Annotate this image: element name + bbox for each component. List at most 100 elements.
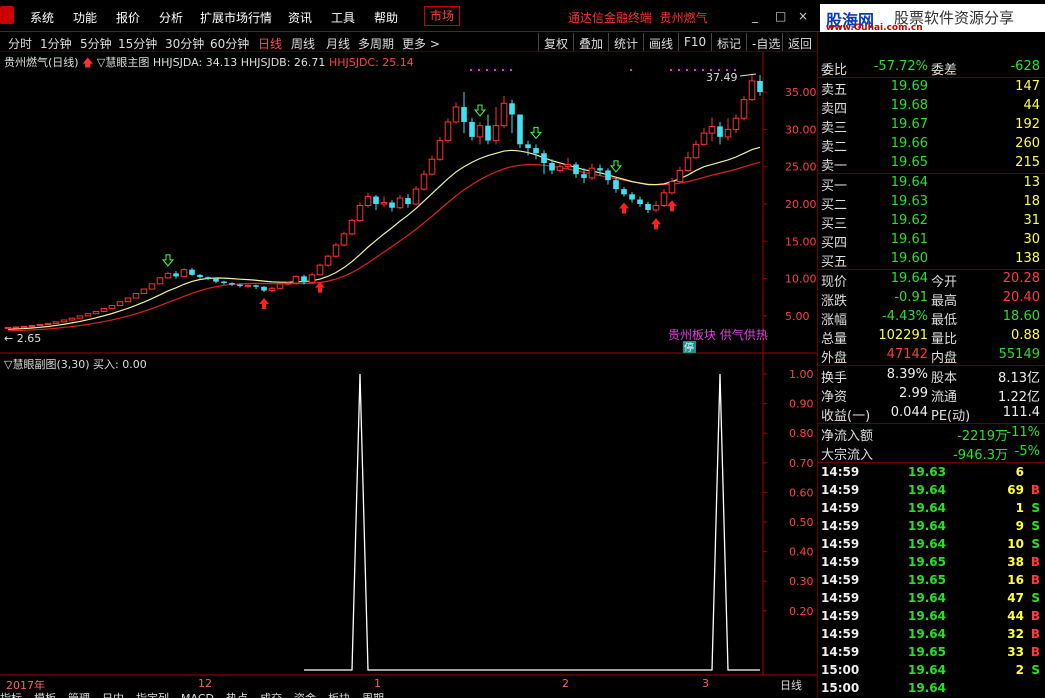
sell-level-label: 卖一	[821, 159, 848, 174]
stat-label: 外盘	[821, 351, 848, 366]
sell-price[interactable]: 19.69	[891, 79, 928, 94]
stat-label: 股本	[931, 371, 958, 386]
bottom-tab-1[interactable]: 模板	[34, 692, 56, 698]
price-tick-label: 5.00	[785, 310, 810, 323]
sell-price[interactable]: 19.65	[891, 155, 928, 170]
tick-row[interactable]: 15:00 19.64	[818, 679, 1045, 697]
period-10[interactable]: 更多 >	[402, 35, 440, 52]
menu-help[interactable]: 帮助	[374, 9, 398, 26]
period-4[interactable]: 30分钟	[165, 35, 204, 52]
tick-row[interactable]: 14:59 19.64 32 B	[818, 625, 1045, 643]
bottom-tab-4[interactable]: 指定列	[136, 692, 169, 698]
period-7[interactable]: 周线	[291, 35, 315, 52]
toolbar-button-3[interactable]: 画线	[643, 33, 678, 51]
candle-body-up	[652, 204, 660, 211]
menu-ext-market[interactable]: 扩展市场行情	[200, 9, 272, 26]
period-9[interactable]: 多周期	[358, 35, 394, 52]
toolbar-button-7[interactable]: 返回	[782, 33, 817, 51]
candle-body-up	[740, 99, 748, 119]
bottom-tab-9[interactable]: 板块	[328, 692, 350, 698]
minimize-button[interactable]: _	[752, 9, 758, 23]
buy-price[interactable]: 19.62	[891, 213, 928, 228]
toolbar-button-1[interactable]: 叠加	[573, 33, 608, 51]
menu-analysis[interactable]: 分析	[159, 9, 183, 26]
tick-row[interactable]: 14:59 19.65 33 B	[818, 643, 1045, 661]
tick-time: 14:59	[821, 645, 860, 659]
sell-level-label: 卖五	[821, 83, 848, 98]
candle-body-down	[509, 103, 515, 115]
menu-function[interactable]: 功能	[73, 9, 97, 26]
maximize-button[interactable]: □	[775, 9, 786, 23]
period-0[interactable]: 分时	[8, 35, 32, 52]
tick-row[interactable]: 14:59 19.64 44 B	[818, 607, 1045, 625]
tick-row[interactable]: 14:59 19.65 38 B	[818, 553, 1045, 571]
tick-price: 19.64	[908, 681, 946, 695]
buy-price[interactable]: 19.63	[891, 194, 928, 209]
tick-side: S	[1031, 663, 1040, 677]
app-logo-icon[interactable]	[0, 6, 14, 24]
buy-price[interactable]: 19.61	[891, 232, 928, 247]
market-button[interactable]: 市场	[424, 6, 460, 26]
candle-body-up	[132, 293, 140, 299]
candle-body-down	[549, 162, 555, 171]
sub-indicator-chart[interactable]: 1.00 0.90 0.80 0.70 0.60 0.50 0.40 0.30 0.20	[0, 354, 817, 676]
buy-price[interactable]: 19.64	[891, 175, 928, 190]
main-indicator-name[interactable]: ▽慧眼主图	[97, 56, 149, 69]
toolbar-button-2[interactable]: 统计	[608, 33, 643, 51]
sell-volume: 192	[1015, 117, 1040, 132]
stat-value: 0.044	[890, 405, 928, 420]
tick-row[interactable]: 14:59 19.64 47 S	[818, 589, 1045, 607]
tick-row[interactable]: 14:59 19.64 1 S	[818, 499, 1045, 517]
sub-tick-label: 1.00	[789, 368, 814, 381]
limit-badge-text: 停	[684, 341, 694, 354]
candle-body-down	[757, 80, 763, 93]
period-8[interactable]: 月线	[326, 35, 350, 52]
toolbar-button-5[interactable]: 标记	[711, 33, 746, 51]
toolbar-button-6[interactable]: -自选	[746, 33, 785, 51]
period-2[interactable]: 5分钟	[80, 35, 112, 52]
period-1[interactable]: 1分钟	[40, 35, 72, 52]
period-5[interactable]: 60分钟	[210, 35, 249, 52]
tick-row[interactable]: 14:59 19.64 9 S	[818, 517, 1045, 535]
toolbar-button-0[interactable]: 复权	[538, 33, 573, 51]
toolbar-button-4[interactable]: F10	[678, 33, 711, 51]
tick-row[interactable]: 14:59 19.64 10 S	[818, 535, 1045, 553]
menu-news[interactable]: 资讯	[288, 9, 312, 26]
bottom-tab-7[interactable]: 成交	[260, 692, 282, 698]
candle-body-down	[517, 114, 523, 145]
menu-quote[interactable]: 报价	[116, 9, 140, 26]
sell-price[interactable]: 19.66	[891, 136, 928, 151]
candle-body-up	[52, 321, 60, 324]
candle-body-up	[380, 202, 388, 205]
quote-panel: 委比 -57.72% 委差 -628 卖五 19.69 147 卖四 19.68 44 卖三 19.6…	[817, 32, 1045, 698]
bottom-tab-2[interactable]: 管理	[68, 692, 90, 698]
candle-body-down	[541, 153, 547, 163]
bottom-tab-6[interactable]: 热点	[226, 692, 248, 698]
price-tick-label: 35.00	[785, 86, 817, 99]
bottom-tab-8[interactable]: 资金	[294, 692, 316, 698]
sell-price[interactable]: 19.67	[891, 117, 928, 132]
menu-tools[interactable]: 工具	[331, 9, 355, 26]
signal-dot	[510, 69, 512, 71]
bottom-tab-10[interactable]: 周期	[362, 692, 384, 698]
candle-body-up	[284, 282, 292, 285]
sell-price[interactable]: 19.68	[891, 98, 928, 113]
candle-body-down	[629, 194, 635, 200]
tick-row[interactable]: 14:59 19.63 6	[818, 463, 1045, 481]
buy-price[interactable]: 19.60	[891, 251, 928, 266]
sector-concept-text[interactable]: 贵州板块 供气供热	[668, 327, 768, 342]
close-button[interactable]: ×	[798, 9, 808, 23]
sub-indicator-name[interactable]: ▽慧眼副图(3,30)	[4, 358, 90, 371]
quote-row: 买三 19.62 31	[818, 212, 1045, 232]
period-6[interactable]: 日线	[258, 35, 282, 52]
bottom-tab-0[interactable]: 指标	[0, 692, 22, 698]
bottom-tab-5[interactable]: MACD	[181, 692, 214, 698]
period-3[interactable]: 15分钟	[118, 35, 157, 52]
menu-system[interactable]: 系统	[30, 9, 54, 26]
bottom-tab-3[interactable]: 日内	[102, 692, 124, 698]
tick-row[interactable]: 15:00 19.64 2 S	[818, 661, 1045, 679]
main-kline-chart[interactable]: 35.00 30.00 25.00 20.00 15.00 10.00 5.00 37.49 ←…	[0, 52, 817, 354]
tick-row[interactable]: 14:59 19.64 69 B	[818, 481, 1045, 499]
tick-time: 14:59	[821, 555, 860, 569]
tick-row[interactable]: 14:59 19.65 16 B	[818, 571, 1045, 589]
